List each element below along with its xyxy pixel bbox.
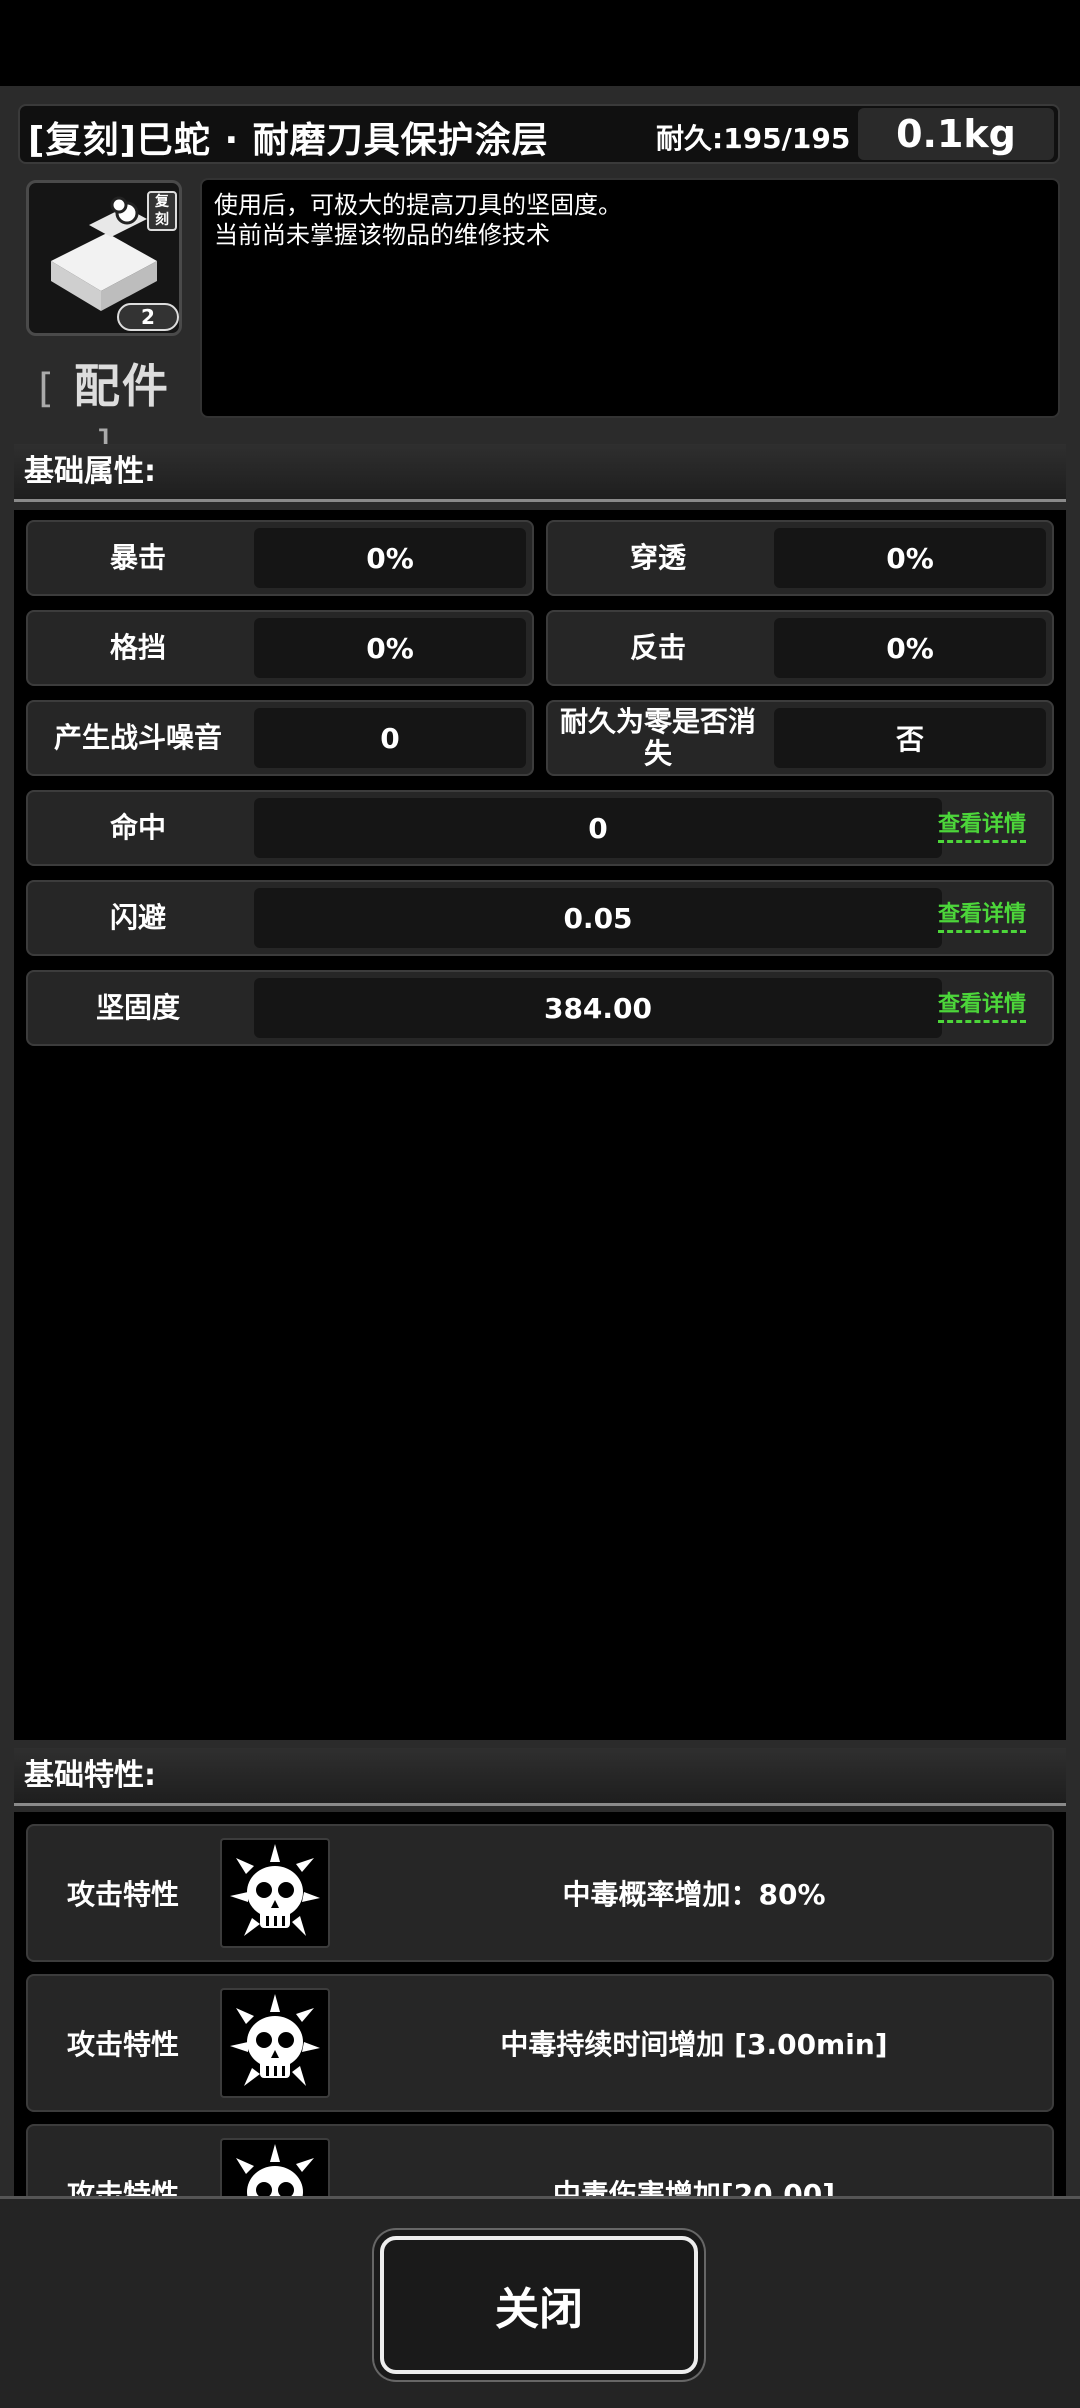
attr-value: 0 — [254, 798, 942, 858]
attr-row-dodge: 闪避 0.05 查看详情 — [26, 880, 1054, 956]
close-button[interactable]: 关闭 — [380, 2236, 698, 2374]
attr-cell: 反击 0% — [546, 610, 1054, 686]
trait-label: 攻击特性 — [66, 2178, 179, 2196]
status-bar — [0, 0, 1080, 86]
attr-value: 0% — [774, 618, 1046, 678]
weight-badge: 0.1kg — [858, 108, 1054, 160]
attr-cell: 耐久为零是否消失 否 — [546, 700, 1054, 776]
attr-value: 384.00 — [254, 978, 942, 1038]
attr-label: 闪避 — [109, 901, 166, 934]
attr-label: 产生战斗噪音 — [53, 721, 222, 754]
attr-label: 耐久为零是否消失 — [559, 705, 756, 770]
attr-cell: 暴击 0% — [26, 520, 534, 596]
basic-traits-header: 基础特性: — [14, 1748, 1066, 1806]
trait-label: 攻击特性 — [66, 1878, 179, 1911]
poison-skull-icon — [220, 1838, 330, 1948]
attr-value: 0% — [774, 528, 1046, 588]
attr-cell: 穿透 0% — [546, 520, 1054, 596]
attr-value: 0% — [254, 618, 526, 678]
attr-value: 0.05 — [254, 888, 942, 948]
trait-row: 攻击特性 — [26, 1974, 1054, 2112]
trait-row: 攻击特性 — [26, 1824, 1054, 1962]
attr-value: 0 — [254, 708, 526, 768]
copy-tag: 复刻 — [147, 191, 177, 231]
trait-text: 中毒持续时间增加 [3.00min] — [500, 2028, 888, 2061]
attr-value: 否 — [774, 708, 1046, 768]
trait-text: 中毒概率增加：80% — [562, 1878, 826, 1911]
attr-cell: 格挡 0% — [26, 610, 534, 686]
attr-cell: 产生战斗噪音 0 — [26, 700, 534, 776]
basic-attributes-header: 基础属性: — [14, 444, 1066, 502]
attr-label: 暴击 — [109, 541, 166, 574]
view-details-link[interactable]: 查看详情 — [938, 806, 1027, 843]
durability-text: 耐久:195/195 — [656, 122, 851, 155]
trait-row: 攻击特性 中毒伤害增加[20.00] — [26, 2124, 1054, 2196]
attr-label: 穿透 — [629, 541, 686, 574]
attr-value: 0% — [254, 528, 526, 588]
item-title: [复刻]巳蛇 · 耐磨刀具保护涂层 — [28, 120, 549, 161]
item-description: 使用后，可极大的提高刀具的坚固度。 当前尚未掌握该物品的维修技术 — [200, 178, 1060, 418]
traits-panel: 攻击特性 中毒概率增加：80% 攻击特性 中毒持续时间增加 [3.00min] … — [14, 1812, 1066, 2196]
attr-label: 命中 — [109, 811, 166, 844]
view-details-link[interactable]: 查看详情 — [938, 896, 1027, 933]
item-icon: 复刻 2 — [26, 180, 182, 336]
attr-row-sturdiness: 坚固度 384.00 查看详情 — [26, 970, 1054, 1046]
description-line: 当前尚未掌握该物品的维修技术 — [214, 221, 550, 249]
attr-row-hit: 命中 0 查看详情 — [26, 790, 1054, 866]
attr-label: 反击 — [629, 631, 686, 664]
trait-label: 攻击特性 — [66, 2028, 179, 2061]
attr-label: 格挡 — [109, 631, 166, 664]
poison-skull-icon — [220, 1988, 330, 2098]
description-line: 使用后，可极大的提高刀具的坚固度。 — [214, 191, 622, 219]
poison-skull-icon — [220, 2138, 330, 2196]
attr-label: 坚固度 — [95, 991, 180, 1024]
view-details-link[interactable]: 查看详情 — [938, 986, 1027, 1023]
attributes-panel — [14, 510, 1066, 1740]
item-count-badge: 2 — [117, 303, 179, 331]
trait-text: 中毒伤害增加[20.00] — [552, 2178, 836, 2196]
